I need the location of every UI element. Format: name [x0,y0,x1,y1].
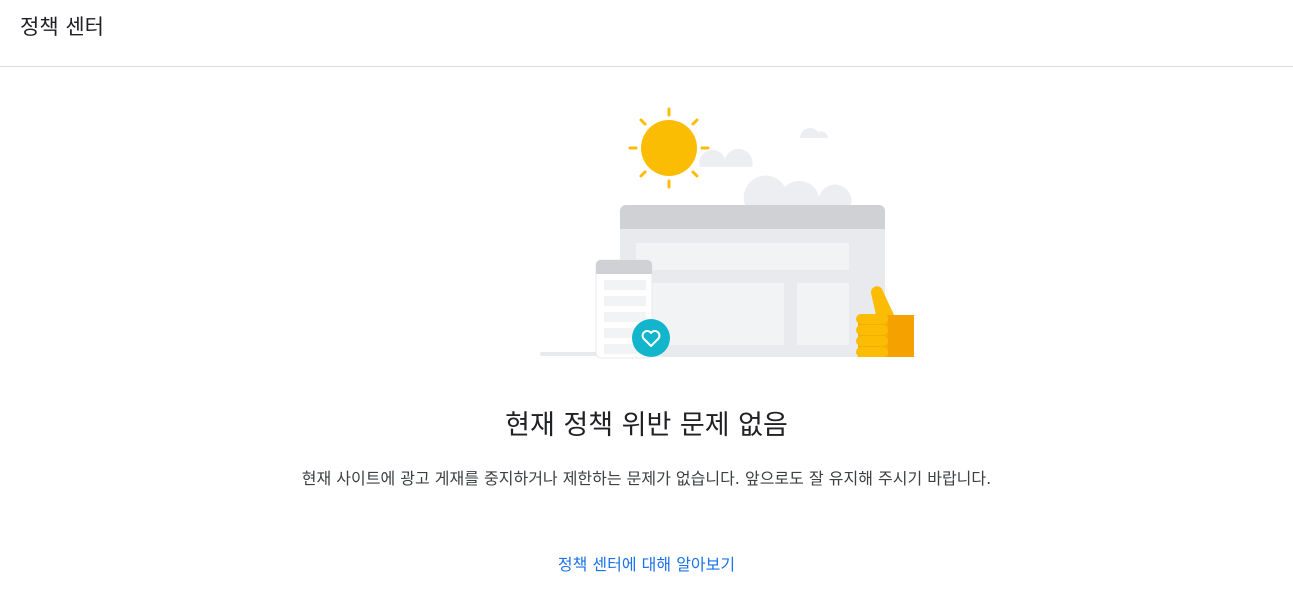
no-issues-illustration [540,100,920,362]
status-heading: 현재 정책 위반 문제 없음 [505,410,788,441]
heart-icon [632,319,670,357]
status-description: 현재 사이트에 광고 게재를 중지하거나 제한하는 문제가 없습니다. 앞으로도… [301,469,992,488]
learn-more-link[interactable]: 정책 센터에 대해 알아보기 [558,555,735,574]
page-title: 정책 센터 [20,15,104,39]
sun-icon [628,107,710,189]
learn-more-container: 정책 센터에 대해 알아보기 [0,552,1293,578]
top-app-bar: 정책 센터 [0,0,1293,67]
cloud-icon [699,127,852,205]
